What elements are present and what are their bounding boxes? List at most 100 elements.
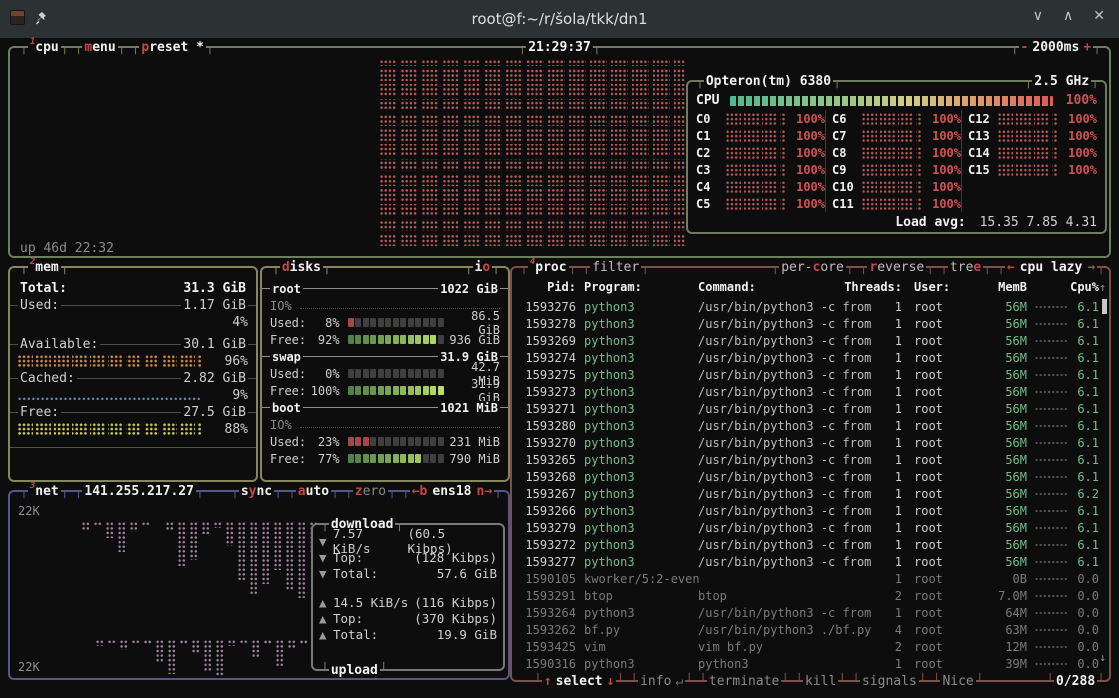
proc-pid: 1593270 [520,436,576,450]
core-value: 100% [927,146,961,160]
proc-mem-graph [1035,660,1069,668]
col-user[interactable]: User: [902,280,972,294]
disks-tab[interactable]: disks [272,260,331,275]
zero-button[interactable]: zero [345,484,396,499]
filter-button[interactable]: filter [582,260,649,275]
signals-hint[interactable]: signals [852,674,926,689]
proc-user: root [902,334,972,348]
meter-block [370,335,376,344]
proc-row[interactable]: 1593265python3/usr/bin/python3 -c from1r… [520,451,1101,468]
proc-row[interactable]: 1593276python3/usr/bin/python3 -c from1r… [520,298,1101,315]
proc-row[interactable]: 1593280python3/usr/bin/python3 -c from1r… [520,417,1101,434]
preset-button[interactable]: preset * [132,40,214,55]
sort-next-button[interactable]: → [1087,260,1095,275]
menu-button[interactable]: menu [75,40,126,55]
col-program[interactable]: Program: [576,280,698,294]
proc-row[interactable]: 1593274python3/usr/bin/python3 -c from1r… [520,349,1101,366]
sort-prev-button[interactable]: ← [1007,260,1015,275]
close-button[interactable]: ✕ [1093,8,1105,24]
meter-block [378,454,384,463]
disk-io-graph [300,298,500,309]
iface-prev-button[interactable]: ←b [412,484,428,499]
net-tab[interactable]: 3net [20,484,69,499]
proc-row[interactable]: 1593270python3/usr/bin/python3 -c from1r… [520,434,1101,451]
nice-hint[interactable]: Nice [933,674,984,689]
net-graph-column [180,640,188,645]
core-label: C7 [832,129,862,143]
tree-button[interactable]: tree [940,260,991,275]
net-stat-value: 57.6 GiB [437,566,497,581]
disk-usage-row: Used:23%231 MiB [270,433,500,450]
sync-button[interactable]: sync [231,484,282,499]
proc-row[interactable]: 1593271python3/usr/bin/python3 -c from1r… [520,400,1101,417]
minimize-button[interactable]: ∨ [1033,8,1043,24]
col-cpu[interactable]: Cpu% [1069,280,1099,294]
col-pid[interactable]: Pid: [520,280,576,294]
proc-pid: 1593264 [520,606,576,620]
disk-usage-label: Free: [270,384,308,398]
auto-button[interactable]: auto [288,484,339,499]
select-up-arrow: ↑ [544,674,552,689]
proc-threads: 1 [876,453,902,467]
proc-row[interactable]: 1590316python3python31root39M0.0 [520,655,1101,672]
proc-row[interactable]: 1593269python3/usr/bin/python3 -c from1r… [520,332,1101,349]
proc-row[interactable]: 1590105kworker/5:2-even1root0B0.0 [520,570,1101,587]
proc-threads: 1 [876,317,902,331]
proc-program: python3 [576,300,698,314]
scroll-up-arrow[interactable]: ↑ [1099,281,1106,294]
col-threads[interactable]: Threads: [838,280,902,294]
zero-key: z [355,484,363,499]
core-meter [862,113,921,125]
disk-usage-label: Free: [270,333,308,347]
proc-row[interactable]: 1593264python3/usr/bin/python3 -c from1r… [520,604,1101,621]
proc-row[interactable]: 1593291btopbtop2root7.0M0.0 [520,587,1101,604]
disks-key: d [282,260,290,275]
proc-row[interactable]: 1593267python3/usr/bin/python3 -c from1r… [520,485,1101,502]
proc-row[interactable]: 1593277python3/usr/bin/python3 -c from1r… [520,553,1101,570]
core-meter [862,198,921,210]
kill-hint[interactable]: kill [795,674,846,689]
proc-mem-graph [1035,626,1069,634]
proc-user: root [902,385,972,399]
proc-row[interactable]: 1593278python3/usr/bin/python3 -c from1r… [520,315,1101,332]
proc-row[interactable]: 1593268python3/usr/bin/python3 -c from1r… [520,468,1101,485]
proc-threads: 1 [876,334,902,348]
mem-tab[interactable]: 2mem [20,260,69,275]
reverse-button[interactable]: reverse [860,260,934,275]
proc-row[interactable]: 1593275python3/usr/bin/python3 -c from1r… [520,366,1101,383]
meter-block [355,369,361,378]
proc-row[interactable]: 1593279python3/usr/bin/python3 -c from1r… [520,519,1101,536]
menu-label: enu [92,40,115,55]
col-mem[interactable]: MemB [972,280,1027,294]
meter-block [378,318,384,327]
sync-pre: s [241,484,249,499]
select-hint[interactable]: ↑select↓ [534,674,624,689]
net-stat-row: ▼Total:57.6 GiB [319,565,497,581]
info-hint[interactable]: info↵ [630,674,693,689]
pin-icon[interactable] [35,11,48,25]
proc-row[interactable]: 1593272python3/usr/bin/python3 -c from1r… [520,536,1101,553]
scrollbar-thumb[interactable] [1102,299,1107,314]
proc-tab[interactable]: 4proc [520,260,576,275]
cpu-tab[interactable]: 1cpu [20,40,69,55]
rate-plus-button[interactable]: + [1083,40,1091,55]
mem-meter [18,423,202,436]
iface-label: ens18 [427,484,476,499]
net-graph-column [190,522,198,560]
terminate-hint[interactable]: terminate [699,674,789,689]
col-command[interactable]: Command: [698,280,838,294]
proc-row[interactable]: 1593425vimvim bf.py2root12M0.0 [520,638,1101,655]
select-down-arrow: ↓ [607,674,615,689]
proc-user: root [902,589,972,603]
maximize-button[interactable]: ∧ [1063,8,1073,24]
proc-row[interactable]: 1593262bf.py/usr/bin/python3 ./bf.py4roo… [520,621,1101,638]
io-mode-button[interactable]: io [465,260,500,275]
per-core-button[interactable]: per-core [771,260,853,275]
proc-mem-graph [1035,456,1069,464]
proc-row[interactable]: 1593266python3/usr/bin/python3 -c from1r… [520,502,1101,519]
iface-next-button[interactable]: n→ [477,484,493,499]
proc-row[interactable]: 1593273python3/usr/bin/python3 -c from1r… [520,383,1101,400]
scroll-down-arrow[interactable]: ↓ [1099,651,1106,664]
proc-threads: 1 [876,368,902,382]
meter-block [423,335,429,344]
